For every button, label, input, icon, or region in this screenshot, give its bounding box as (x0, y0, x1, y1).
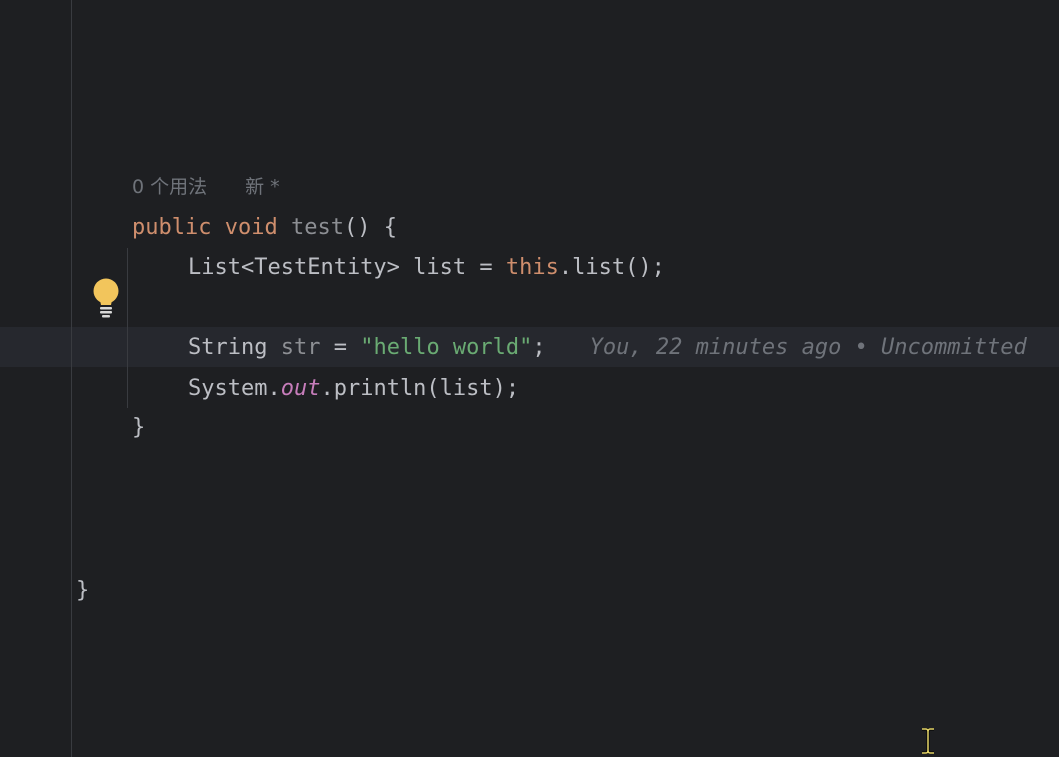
call-list: .list(); (558, 255, 665, 280)
keyword-void: void (224, 215, 278, 240)
semicolon: ; (532, 335, 546, 360)
code-vision-hint[interactable]: 0 个用法 新 * (132, 167, 280, 207)
static-field-out: out (280, 376, 321, 401)
inline-blame-annotation[interactable]: You, 22 minutes ago • Uncommitted (590, 335, 1027, 360)
code-line-method-signature[interactable]: public void test() { (132, 208, 397, 248)
assign-operator: = (320, 335, 361, 360)
method-name: test (290, 215, 344, 240)
code-line-println[interactable]: System.out.println(list); (188, 369, 519, 409)
code-editor[interactable]: 0 个用法 新 * public void test() { List<TestE… (0, 0, 1059, 757)
type-string: String (188, 335, 281, 360)
text-cursor-icon (920, 727, 936, 755)
code-line-method-close[interactable]: } (132, 408, 145, 448)
method-params: () { (343, 215, 397, 240)
keyword-this: this (505, 255, 559, 280)
call-println: .println(list); (320, 376, 520, 401)
code-line-class-close[interactable]: } (76, 571, 89, 611)
lightbulb-icon[interactable] (91, 276, 121, 318)
code-line-list-declaration[interactable]: List<TestEntity> list = this.list(); (188, 248, 665, 288)
class-system: System. (188, 376, 281, 401)
var-list: list = (399, 255, 506, 280)
indent-guide (127, 248, 128, 408)
author-status-hint[interactable]: 新 * (245, 176, 280, 198)
string-literal: "hello world" (360, 335, 533, 360)
usages-hint[interactable]: 0 个用法 (132, 176, 207, 198)
keyword-public: public (132, 215, 212, 240)
gutter-separator (71, 0, 72, 757)
code-line-string-declaration[interactable]: String str = "hello world"; You, 22 minut… (188, 328, 1027, 368)
var-str: str (280, 335, 321, 360)
type-list: List<TestEntity> (188, 255, 400, 280)
